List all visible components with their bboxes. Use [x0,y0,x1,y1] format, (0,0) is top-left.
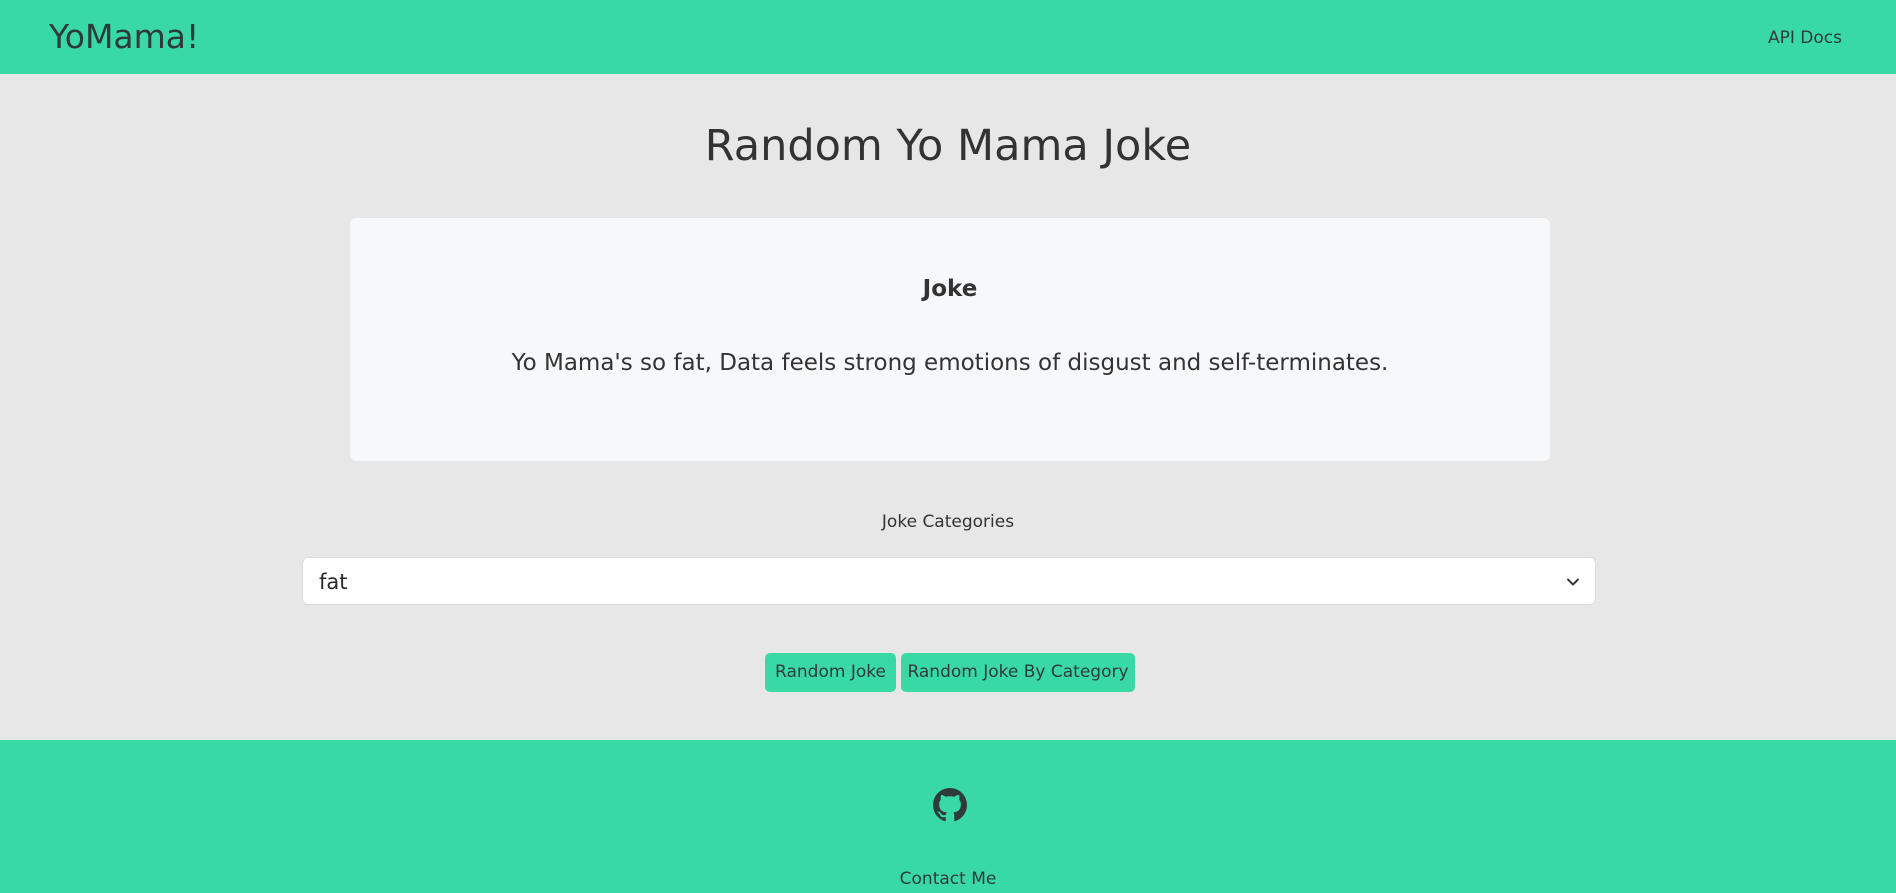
category-label: Joke Categories [881,512,1015,532]
joke-text: Yo Mama's so fat, Data feels strong emot… [511,350,1389,376]
contact-me-link[interactable]: Contact Me [0,868,1896,890]
brand-link[interactable]: YoMama! [49,17,199,57]
api-docs-link[interactable]: API Docs [1768,27,1842,49]
random-joke-by-category-button[interactable]: Random Joke By Category [901,653,1135,692]
page-title: Random Yo Mama Joke [704,121,1192,171]
joke-heading: Joke [922,276,978,302]
random-joke-button[interactable]: Random Joke [765,653,896,692]
category-select-value: fat [319,570,348,594]
category-select[interactable]: fat [302,557,1596,605]
github-icon[interactable] [933,788,967,822]
chevron-down-icon [1567,578,1579,586]
joke-card: Joke Yo Mama's so fat, Data feels strong… [350,218,1550,461]
footer: Contact Me [0,740,1896,893]
navbar: YoMama! API Docs [0,0,1896,74]
